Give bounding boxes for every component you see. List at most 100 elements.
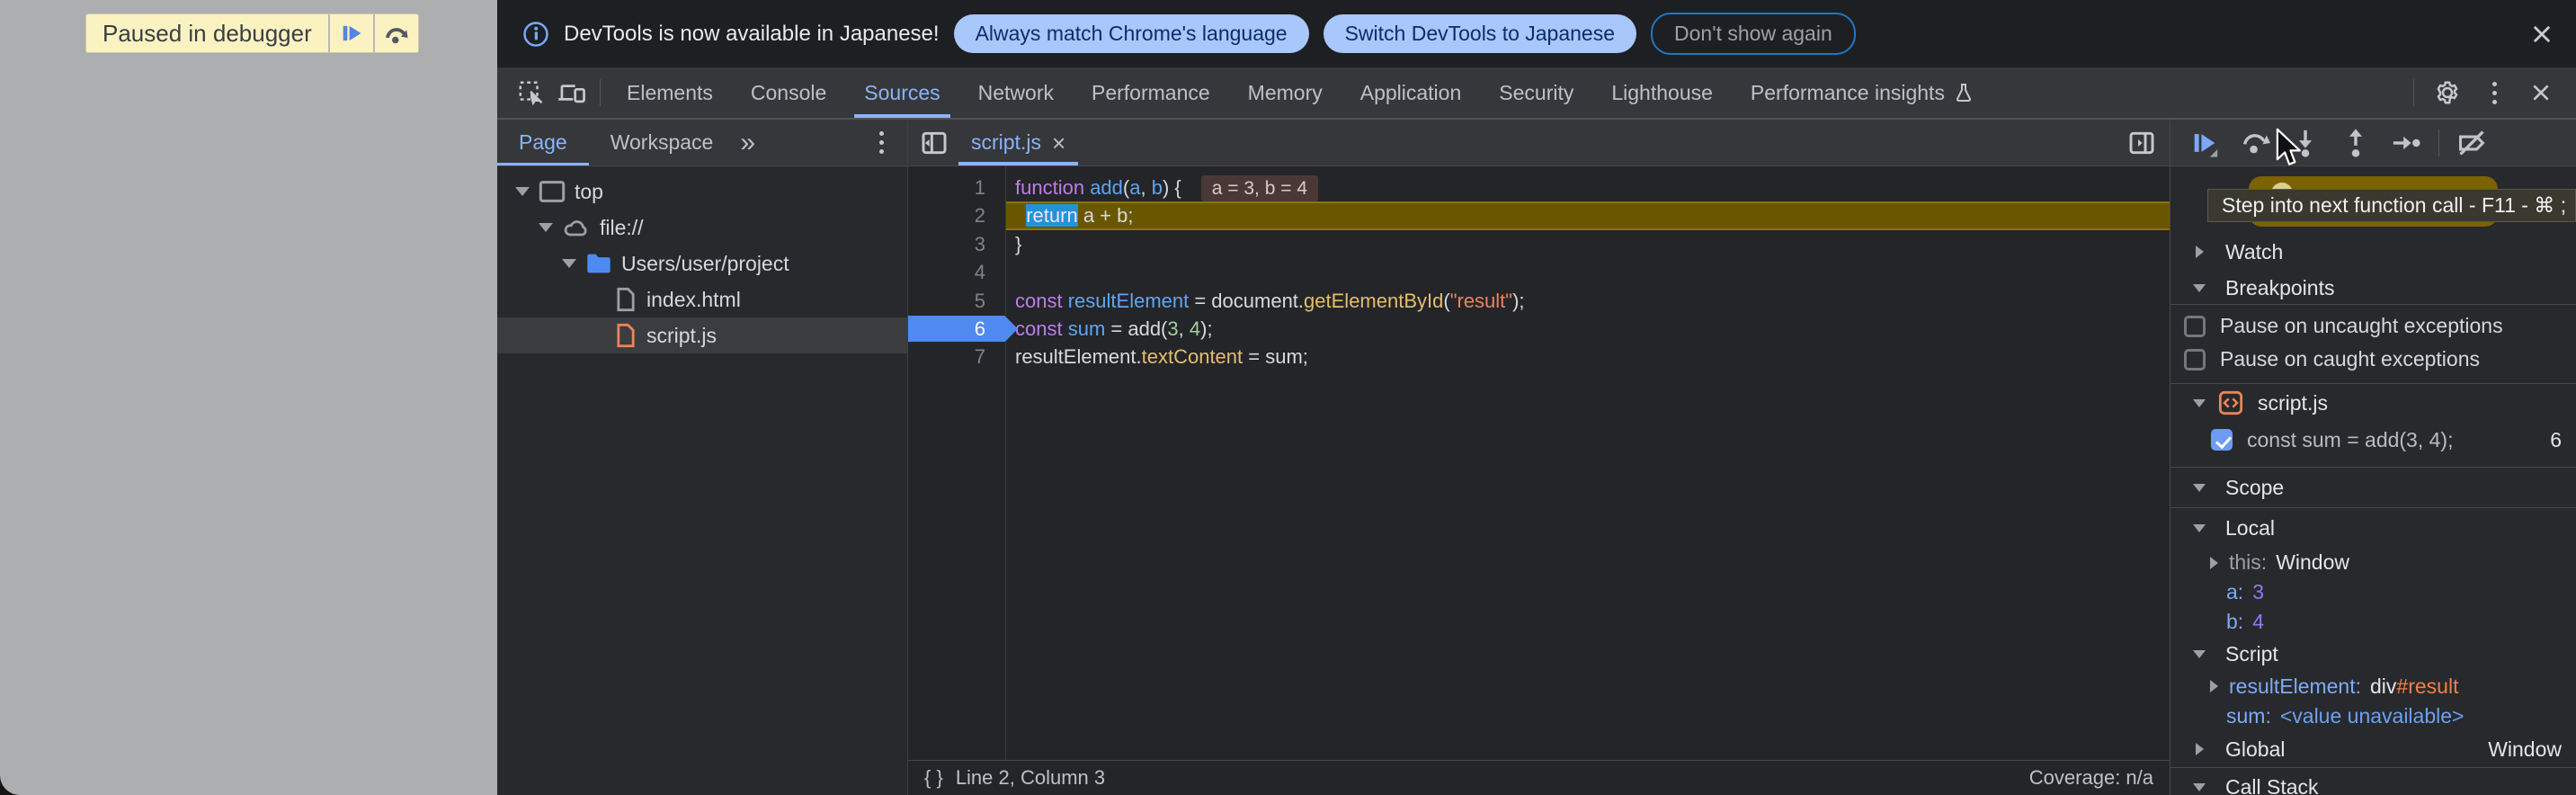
show-debugger-sidebar-button[interactable] [2121,125,2162,161]
inspect-icon [517,79,544,106]
more-options-button[interactable] [2473,75,2515,111]
infobar-close-icon[interactable] [2529,22,2554,47]
tab-elements[interactable]: Elements [608,67,732,118]
line-number-gutter[interactable]: 2 [908,201,1005,229]
tree-item-top[interactable]: top [497,174,907,210]
paused-in-debugger-overlay: Paused in debugger [85,13,419,53]
tab-performance-insights[interactable]: Performance insights [1732,67,1993,118]
step-out-button[interactable] [2331,123,2381,163]
toggle-device-toolbar-button[interactable] [551,75,593,111]
deactivate-breakpoints-button[interactable] [2447,123,2497,163]
expand-arrow-icon[interactable] [562,259,576,268]
step-into-tooltip: Step into next function call - F11 - ⌘ ; [2207,189,2576,222]
step-button[interactable] [2381,123,2431,163]
paused-overlay-label: Paused in debugger [86,14,328,52]
navigator-more-options-button[interactable] [860,125,902,161]
line-number-gutter[interactable]: 7 [908,343,1005,371]
line-number-gutter[interactable]: 4 [908,258,1005,286]
pause-caught-exceptions-row[interactable]: Pause on caught exceptions [2170,343,2576,376]
toolbar-separator [2413,79,2414,106]
tree-item-file-origin[interactable]: file:// [497,210,907,246]
pause-uncaught-exceptions-row[interactable]: Pause on uncaught exceptions [2170,309,2576,343]
close-tab-icon[interactable]: × [1052,131,1065,155]
breakpoint-enabled-checkbox[interactable] [2211,429,2233,451]
scope-var-sum[interactable]: sum: <value unavailable> [2170,701,2576,731]
line-number-gutter[interactable]: 5 [908,287,1005,315]
code-line[interactable]: 1function add(a, b) {a = 3, b = 4 [908,174,2170,201]
expand-arrow-icon [2193,399,2206,407]
editor-tab-script-js[interactable]: script.js × [955,120,1082,165]
scope-global-group[interactable]: Global Window [2170,731,2576,767]
navigator-tab-workspace[interactable]: Workspace [589,120,735,165]
tab-memory[interactable]: Memory [1229,67,1341,118]
file-tree: top file:// Users/user/project [497,166,907,353]
code-editor[interactable]: 1function add(a, b) {a = 3, b = 42 retur… [908,166,2170,760]
scope-local-group[interactable]: Local [2170,508,2576,548]
overlay-step-over-button[interactable] [373,14,418,52]
expand-arrow-icon[interactable] [515,187,530,196]
breakpoint-group-script-js[interactable]: script.js [2170,384,2576,422]
scope-var-result-element[interactable]: resultElement: div #result [2170,671,2576,701]
close-devtools-button[interactable] [2520,75,2562,111]
info-icon [522,21,549,48]
tab-security[interactable]: Security [1480,67,1592,118]
code-text[interactable]: return a + b; [1005,201,2170,229]
tab-sources[interactable]: Sources [845,67,958,118]
code-text[interactable]: function add(a, b) {a = 3, b = 4 [1005,174,2170,201]
pause-caught-checkbox[interactable] [2184,349,2206,371]
section-watch[interactable]: Watch [2170,232,2576,272]
line-number-gutter[interactable]: 3 [908,230,1005,258]
line-number: 6 [975,317,985,340]
selected-text: return [1026,204,1077,227]
line-number: 2 [975,204,985,227]
line-number-gutter[interactable]: 1 [908,174,1005,201]
line-number: 7 [975,345,985,368]
dont-show-again-button[interactable]: Don't show again [1651,13,1856,55]
expand-arrow-icon [2193,284,2206,292]
section-scope[interactable]: Scope [2170,468,2576,507]
tab-network[interactable]: Network [959,67,1073,118]
scope-var-b[interactable]: b: 4 [2170,607,2576,637]
tab-lighthouse[interactable]: Lighthouse [1592,67,1732,118]
pretty-print-icon[interactable]: { } [924,766,943,790]
line-number-gutter[interactable]: 6 [908,315,1005,343]
code-line[interactable]: 4 [908,258,2170,286]
tree-item-project-folder[interactable]: Users/user/project [497,246,907,281]
section-call-stack[interactable]: Call Stack [2170,768,2576,795]
overlay-resume-button[interactable] [328,14,373,52]
tree-item-script-js[interactable]: script.js [497,317,907,353]
code-text[interactable] [1005,258,2170,286]
section-breakpoints[interactable]: Breakpoints [2170,272,2576,304]
tab-application[interactable]: Application [1341,67,1481,118]
breakpoint-entry[interactable]: const sum = add(3, 4); 6 [2170,422,2576,458]
code-lines: 1function add(a, b) {a = 3, b = 42 retur… [908,166,2170,371]
code-line[interactable]: 2 return a + b; [908,201,2170,229]
resume-icon [2189,128,2220,158]
resume-script-button[interactable] [2179,123,2230,163]
code-text[interactable]: const sum = add(3, 4); [1005,315,2170,343]
tree-item-index-html[interactable]: index.html [497,281,907,317]
pause-uncaught-checkbox[interactable] [2184,316,2206,337]
code-line[interactable]: 6 const sum = add(3, 4); [908,315,2170,343]
tab-console[interactable]: Console [732,67,845,118]
more-tabs-icon[interactable]: » [740,128,755,158]
inspect-element-button[interactable] [510,75,551,111]
expand-arrow-icon[interactable] [539,223,553,232]
code-text[interactable]: } [1005,230,2170,258]
code-line[interactable]: 5const resultElement = document.getEleme… [908,287,2170,315]
code-text[interactable]: resultElement.textContent = sum; [1005,343,2170,371]
code-line[interactable]: 7 resultElement.textContent = sum; [908,343,2170,371]
tab-performance[interactable]: Performance [1073,67,1229,118]
hide-navigator-button[interactable] [914,125,955,161]
folder-icon [585,252,612,275]
code-line[interactable]: 3} [908,230,2170,258]
settings-button[interactable] [2427,75,2468,111]
navigator-tab-page[interactable]: Page [497,120,589,165]
code-text[interactable]: const resultElement = document.getElemen… [1005,287,2170,315]
device-toolbar-icon [557,79,586,106]
always-match-language-button[interactable]: Always match Chrome's language [954,14,1309,53]
scope-var-this[interactable]: this: Window [2170,548,2576,577]
scope-script-group[interactable]: Script [2170,637,2576,671]
scope-var-a[interactable]: a: 3 [2170,577,2576,607]
switch-devtools-japanese-button[interactable]: Switch DevTools to Japanese [1324,14,1636,53]
